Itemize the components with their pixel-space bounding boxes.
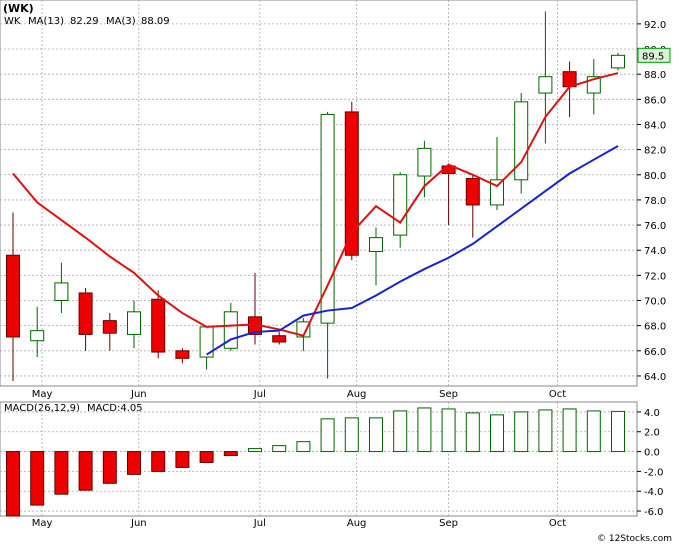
macd-tick-label: -2.0: [644, 467, 664, 478]
price-tick-label: 84.0: [644, 120, 666, 131]
footer-copyright: © 12Stocks.com: [597, 534, 672, 544]
legend-ma13-name: MA(13): [28, 16, 64, 27]
macd-bar: [223, 451, 238, 457]
macd-x-label: Oct: [549, 518, 566, 529]
macd-bar: [586, 410, 601, 453]
macd-bar: [611, 410, 625, 453]
price-tick-label: 70.0: [644, 297, 666, 308]
legend-ma3-name: MA(3): [106, 16, 136, 27]
price-tick-label: 80.0: [644, 171, 666, 182]
macd-value-label: MACD:4.05: [87, 403, 143, 414]
price-tick-label: 72.0: [644, 271, 666, 282]
macd-bar: [393, 410, 408, 453]
price-tick-label: 78.0: [644, 196, 666, 207]
ticker-label: (WK): [3, 2, 34, 15]
macd-bar: [344, 417, 359, 453]
candle-body: [30, 330, 45, 342]
candle-body: [78, 292, 93, 335]
macd-bar: [127, 451, 141, 475]
macd-bar: [78, 451, 93, 491]
macd-bar: [199, 451, 214, 463]
macd-bar: [490, 414, 504, 453]
price-x-label: May: [32, 389, 53, 400]
price-x-label: Jun: [130, 389, 147, 400]
macd-x-label: May: [32, 518, 53, 529]
macd-bar: [54, 451, 69, 495]
macd-x-label: Jul: [253, 518, 266, 529]
price-tick-label: 66.0: [644, 347, 666, 358]
macd-x-label: Sep: [439, 518, 458, 529]
macd-x-label: Aug: [347, 518, 367, 529]
legend-ma13-value: 82.29: [70, 16, 99, 27]
candle-body: [320, 113, 335, 324]
candle-body: [514, 101, 529, 181]
last-price-box: 89.5: [637, 47, 671, 63]
price-x-label: Oct: [549, 389, 566, 400]
last-price-label: 89.5: [642, 51, 664, 62]
macd-x-axis: May Jun Jul Aug Sep Oct: [32, 518, 567, 529]
macd-bar: [151, 451, 166, 472]
macd-bar: [441, 408, 456, 453]
candle-body: [272, 335, 287, 343]
macd-tick-label: 2.0: [644, 428, 660, 439]
price-x-label: Sep: [439, 389, 458, 400]
macd-bar: [465, 412, 480, 453]
macd-bar: [175, 451, 190, 468]
candle-body: [54, 282, 69, 302]
price-tick-label: 82.0: [644, 146, 666, 157]
candle-body: [6, 254, 20, 338]
macd-tick-label: 0.0: [644, 448, 660, 459]
macd-x-label: Jun: [130, 518, 147, 529]
macd-bars: [6, 407, 625, 517]
macd-bar: [30, 451, 45, 506]
macd-bar: [6, 451, 20, 517]
candle-body: [369, 237, 383, 252]
macd-bar: [538, 409, 553, 453]
legend-symbol: WK: [4, 16, 21, 27]
macd-bar: [248, 448, 262, 453]
macd-tick-label: 4.0: [644, 408, 660, 419]
macd-tick-label: -4.0: [644, 487, 664, 498]
price-tick-label: 92.0: [644, 20, 666, 31]
price-tick-label: 74.0: [644, 246, 666, 257]
macd-title: MACD(26,12,9): [4, 403, 80, 414]
macd-bar: [417, 407, 432, 453]
macd-bar: [102, 451, 117, 484]
macd-bar: [320, 418, 335, 453]
price-x-label: Aug: [347, 389, 367, 400]
macd-bar: [562, 408, 577, 453]
price-tick-label: 64.0: [644, 372, 666, 383]
price-tick-label: 86.0: [644, 95, 666, 106]
price-x-label: Jul: [253, 389, 266, 400]
price-y-axis: 64.0 66.0 68.0 70.0 72.0 74.0 76.0 78.0 80.0 82.0…: [637, 20, 666, 383]
macd-bar: [514, 411, 529, 453]
candle-body: [102, 320, 117, 334]
macd-tick-label: -6.0: [644, 507, 664, 518]
candle-body: [465, 178, 480, 206]
stock-chart: 64.0 66.0 68.0 70.0 72.0 74.0 76.0 78.0 80.0 82.0…: [0, 0, 672, 544]
candle-body: [538, 76, 553, 94]
candle-body: [127, 311, 141, 335]
price-tick-label: 88.0: [644, 70, 666, 81]
candle-body: [151, 298, 166, 353]
price-tick-label: 68.0: [644, 322, 666, 333]
candle-body: [611, 54, 625, 69]
macd-bar: [369, 417, 383, 453]
legend-ma3-value: 88.09: [141, 16, 170, 27]
candle-body: [417, 147, 432, 177]
candle-body: [393, 174, 408, 236]
price-x-axis: May Jun Jul Aug Sep Oct: [32, 389, 567, 400]
candle-body: [175, 350, 190, 359]
macd-bar: [296, 441, 311, 453]
macd-y-axis: -6.0 -4.0 -2.0 0.0 2.0 4.0: [637, 408, 664, 518]
macd-bar: [272, 445, 287, 453]
price-tick-label: 76.0: [644, 221, 666, 232]
